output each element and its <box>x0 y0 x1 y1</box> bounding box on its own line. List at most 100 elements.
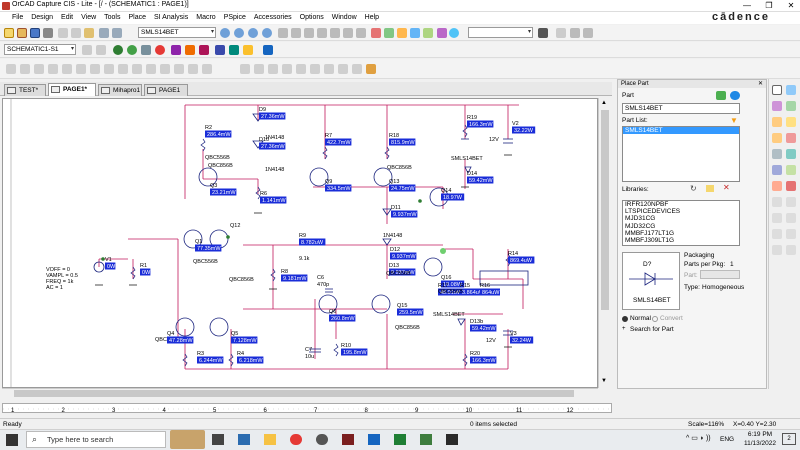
view-results-icon[interactable] <box>141 45 151 55</box>
crossref-icon[interactable] <box>423 28 433 38</box>
power-value-r10[interactable]: 195.8mW <box>343 350 367 356</box>
power-value-q9[interactable]: 334.5mW <box>327 186 351 192</box>
library-item[interactable]: IRFR120NPBF <box>623 201 739 208</box>
refresh-icon[interactable]: ↻ <box>690 184 697 193</box>
run-continue-icon[interactable] <box>127 45 137 55</box>
expand-icon[interactable]: + <box>622 326 626 332</box>
part-ref-d12[interactable]: D12 <box>390 247 400 253</box>
excel-icon[interactable] <box>394 434 406 445</box>
part-ref-d9[interactable]: D9 <box>259 107 266 113</box>
power-value-d10[interactable]: 27.36mW <box>261 144 285 150</box>
align-icon-9[interactable] <box>352 64 362 74</box>
bias-voltage-icon[interactable] <box>215 45 225 55</box>
power-value-q13[interactable]: 24.75mW <box>391 186 415 192</box>
part-ref-q14[interactable]: Q14 <box>441 188 451 194</box>
part-ref-q9[interactable]: Q9 <box>325 179 332 185</box>
redo-icon[interactable] <box>112 28 122 38</box>
draw-icon-11[interactable] <box>146 64 156 74</box>
power-value-d14[interactable]: 59.42mW <box>469 178 493 184</box>
horizontal-scrollbar[interactable] <box>2 388 598 398</box>
align-icon-8[interactable] <box>338 64 348 74</box>
bias-current-icon[interactable] <box>229 45 239 55</box>
menu-pspice[interactable]: PSpice <box>220 12 250 24</box>
part-name-field[interactable]: SMLS14BET <box>622 103 740 114</box>
clock-date[interactable]: 11/13/2022 <box>742 440 778 447</box>
backannotate-icon[interactable] <box>437 28 447 38</box>
power-value-r14[interactable]: 869.4uW <box>510 258 533 264</box>
place-part-tool-icon[interactable] <box>786 85 796 95</box>
part-selector-combo[interactable] <box>700 270 740 279</box>
pin-icon[interactable] <box>366 64 376 74</box>
part-ref-r2[interactable]: R2 <box>205 125 212 131</box>
no-connect-tool-icon[interactable] <box>772 181 782 191</box>
part-ref-r20[interactable]: R20 <box>470 351 480 357</box>
delete-tool-icon[interactable] <box>786 181 796 191</box>
power-value-d12[interactable]: 9.937mW <box>392 254 416 260</box>
libraries-list[interactable]: IRFR120NPBF LTSPICEDEVICES MJD31CG MJD32… <box>622 200 740 246</box>
part-ref-q16[interactable]: Q16 <box>441 275 451 281</box>
orcad-taskbar-icon[interactable] <box>342 434 354 445</box>
toolbar-icon-e[interactable] <box>330 28 340 38</box>
search-options-icon[interactable] <box>556 28 566 38</box>
part-ref-r14[interactable]: R14 <box>508 251 518 257</box>
tab-mihapro1[interactable]: Mihapro1 <box>98 84 142 96</box>
undo-icon[interactable] <box>99 28 109 38</box>
toolbar-icon-a[interactable] <box>278 28 288 38</box>
power-value-q14[interactable]: 18.97W <box>443 195 463 201</box>
power-value-q1[interactable]: 77.35mW <box>197 246 221 252</box>
power-value-r7[interactable]: 422.7mW <box>327 140 351 146</box>
notifications-icon[interactable]: 2 <box>782 433 796 445</box>
part-list[interactable]: SMLS14BET <box>622 126 740 182</box>
library-item[interactable]: MJD32CG <box>623 223 739 230</box>
ellipse-tool-icon[interactable] <box>786 213 796 223</box>
part-ref-q6[interactable]: Q6 <box>329 309 336 315</box>
panel-close-icon[interactable]: ✕ <box>758 80 763 87</box>
power-value-v3[interactable]: 32.24W <box>512 338 532 344</box>
zoom-out-icon[interactable] <box>234 28 244 38</box>
draw-icon-7[interactable] <box>90 64 100 74</box>
align-icon-4[interactable] <box>282 64 292 74</box>
power-value-r4[interactable]: 6.218mW <box>239 358 263 364</box>
power-value-r9[interactable]: 8.782uW <box>301 240 324 246</box>
browser-icon[interactable] <box>316 434 328 445</box>
draw-icon-6[interactable] <box>76 64 86 74</box>
draw-icon-1[interactable] <box>6 64 16 74</box>
part-ref-r10[interactable]: R10 <box>341 343 351 349</box>
part-ref-r8[interactable]: R8 <box>281 269 288 275</box>
menu-options[interactable]: Options <box>296 12 328 24</box>
toolbar-icon-f[interactable] <box>343 28 353 38</box>
part-ref-q12[interactable]: Q12 <box>230 223 240 229</box>
library-item[interactable]: MMBFJ309LT1G <box>623 237 739 244</box>
wire-tool-icon[interactable] <box>772 101 782 111</box>
part-ref-d13b[interactable]: D13b <box>470 319 483 325</box>
image-tool-icon[interactable] <box>786 245 796 255</box>
radio-convert[interactable] <box>652 316 658 322</box>
part-ref-v2[interactable]: V2 <box>512 121 519 127</box>
edit-profile-icon[interactable] <box>96 45 106 55</box>
part-ref-q5[interactable]: Q5 <box>231 331 238 337</box>
system-tray-icons[interactable]: ^ ▭ ◗ )) <box>686 434 711 442</box>
search-for-part-link[interactable]: Search for Part <box>630 326 674 333</box>
part-ref-d11[interactable]: D11 <box>391 205 401 211</box>
paste-icon[interactable] <box>84 28 94 38</box>
netlist-icon[interactable] <box>397 28 407 38</box>
bus-entry-tool-icon[interactable] <box>772 133 782 143</box>
power-value-r2[interactable]: 286.4mW <box>207 132 231 138</box>
align-icon-6[interactable] <box>310 64 320 74</box>
power-value-r16[interactable]: 864uW <box>482 290 500 296</box>
part-combo[interactable]: SMLS14BET ▾ <box>138 27 216 38</box>
search-prev-icon[interactable] <box>570 28 580 38</box>
marker-power-icon[interactable] <box>199 45 209 55</box>
new-profile-icon[interactable] <box>82 45 92 55</box>
menu-design[interactable]: Design <box>27 12 57 24</box>
junction-tool-icon[interactable] <box>786 117 796 127</box>
vertical-scrollbar[interactable]: ▲ ▼ <box>598 98 610 388</box>
stop-icon[interactable] <box>155 45 165 55</box>
arc-tool-icon[interactable] <box>772 229 782 239</box>
toolbar-icon-d[interactable] <box>317 28 327 38</box>
menu-file[interactable]: File <box>8 12 27 24</box>
part-ref-v3[interactable]: V3 <box>510 331 517 337</box>
remove-library-icon[interactable]: ✕ <box>723 183 730 192</box>
draw-icon-8[interactable] <box>104 64 114 74</box>
zoom-area-icon[interactable] <box>248 28 258 38</box>
